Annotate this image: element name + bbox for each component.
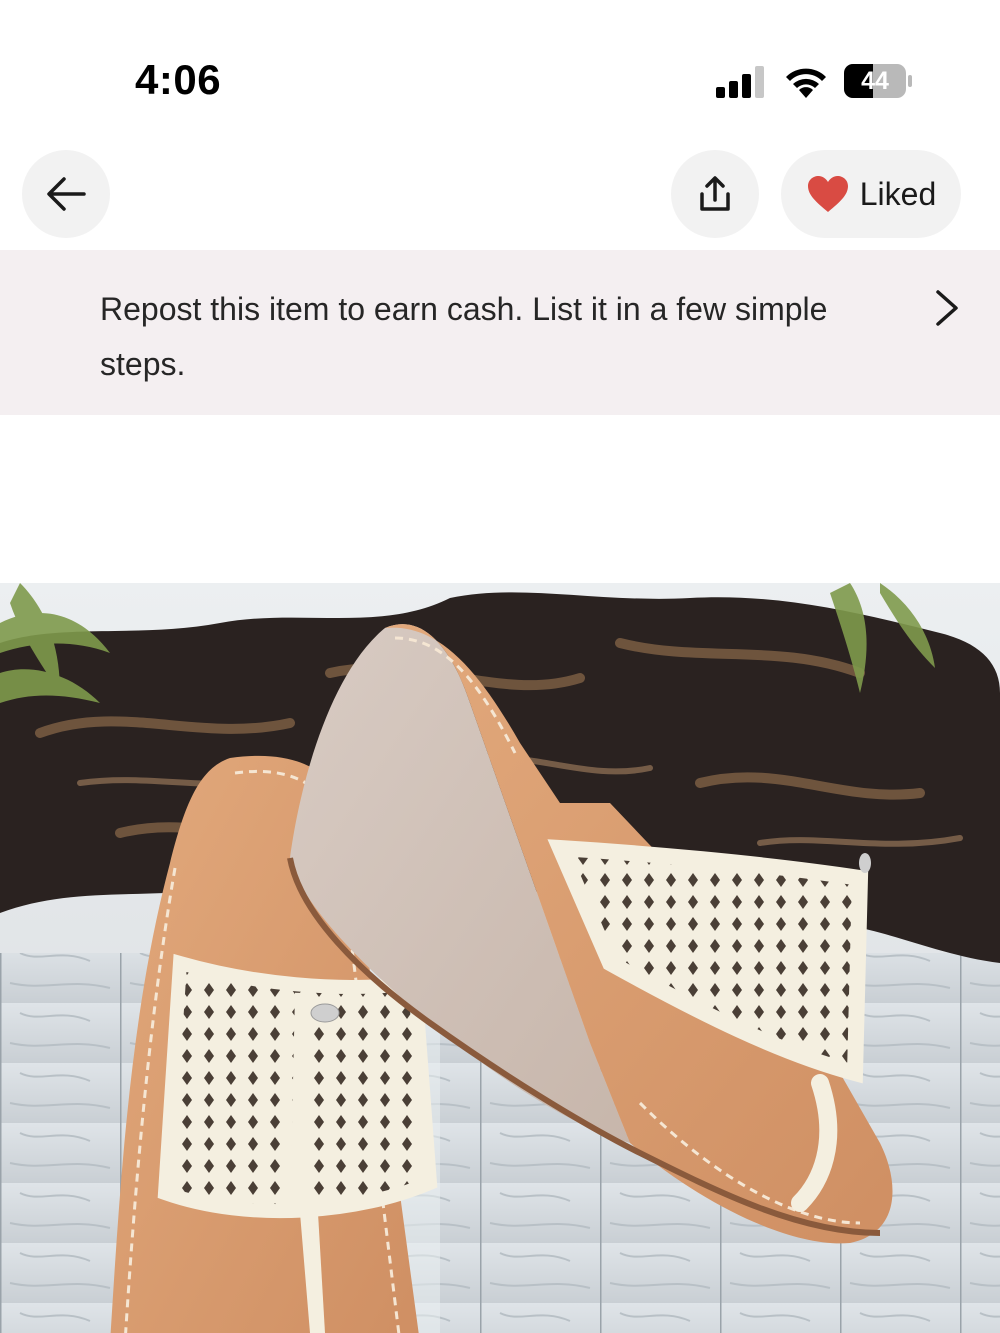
status-bar: 4:06 44 <box>0 0 1000 150</box>
chevron-right-icon[interactable] <box>930 288 964 328</box>
heart-icon <box>807 176 848 212</box>
status-time: 4:06 <box>135 56 222 103</box>
battery-level: 44 <box>861 67 889 95</box>
battery-icon: 44 <box>843 63 913 99</box>
arrow-left-icon <box>47 177 86 211</box>
back-button[interactable] <box>22 150 110 238</box>
product-image[interactable] <box>0 583 1000 1333</box>
like-label: Liked <box>859 175 937 212</box>
wifi-icon <box>786 68 826 98</box>
signal-icon <box>716 66 764 98</box>
banner-text: Repost this item to earn cash. List it i… <box>100 291 828 382</box>
like-button[interactable]: Liked <box>781 150 961 238</box>
share-upload-icon <box>700 176 730 211</box>
share-button[interactable] <box>671 150 759 238</box>
